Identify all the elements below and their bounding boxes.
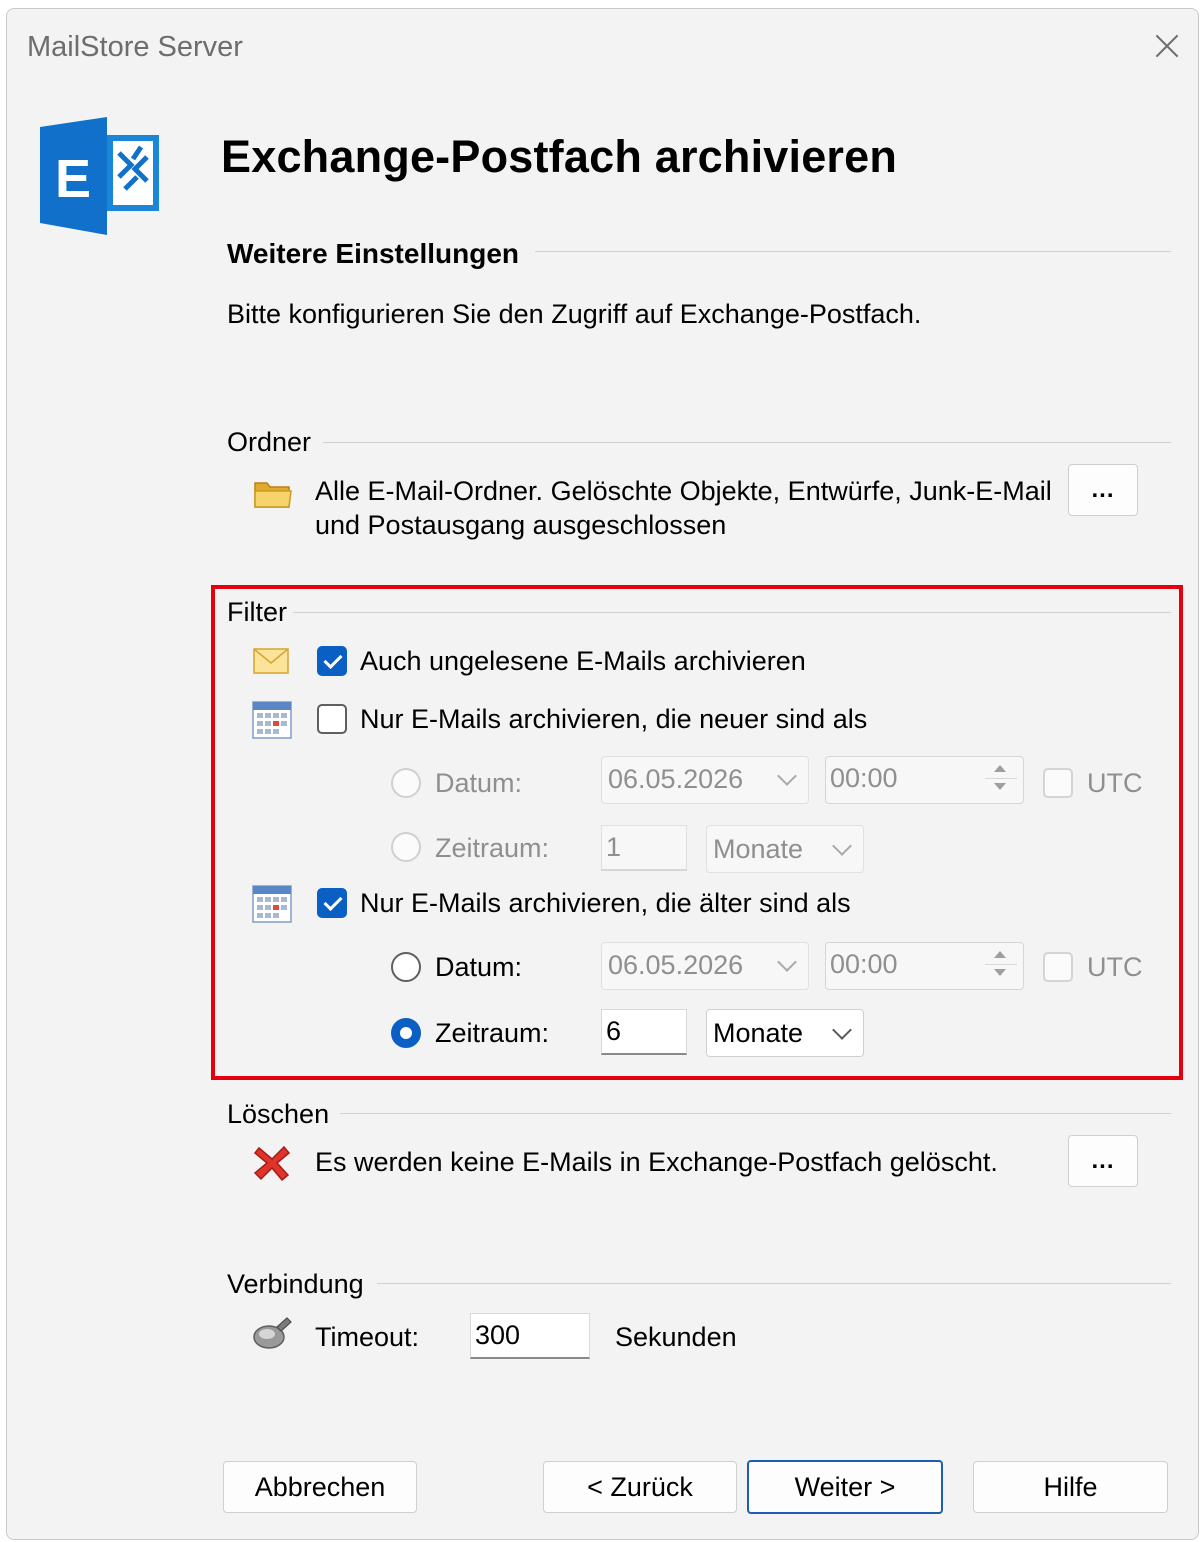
next-button-label: Weiter >	[794, 1471, 896, 1502]
delete-divider	[340, 1113, 1171, 1114]
delete-section-label: Löschen	[227, 1099, 330, 1129]
network-icon	[251, 1315, 293, 1356]
folders-edit-button[interactable]: ...	[1068, 464, 1138, 516]
unread-checkbox[interactable]	[317, 646, 347, 676]
older-date-value: 06.05.2026	[608, 950, 744, 980]
newer-time-value: 00:00	[830, 763, 898, 793]
page-title: Exchange-Postfach archivieren	[221, 131, 898, 182]
svg-text:E: E	[55, 149, 91, 209]
newer-period-value: 1	[606, 832, 622, 862]
folders-summary-line1: Alle E-Mail-Ordner. Gelöschte Objekte, E…	[315, 476, 1052, 506]
window-title: MailStore Server	[27, 31, 243, 63]
newer-than-label[interactable]: Nur E-Mails archivieren, die neuer sind …	[360, 702, 867, 736]
newer-date-label: Datum:	[435, 768, 523, 798]
heading-divider	[535, 251, 1171, 252]
older-date-label: Datum:	[435, 952, 523, 982]
page-description: Bitte konfigurieren Sie den Zugriff auf …	[227, 299, 922, 329]
older-date-radio[interactable]	[391, 952, 421, 982]
connection-section-label: Verbindung	[227, 1269, 364, 1299]
newer-date-value: 06.05.2026	[608, 764, 744, 794]
folder-icon	[253, 479, 293, 514]
older-utc-checkbox[interactable]	[1043, 952, 1073, 982]
folders-summary-line2: und Postausgang ausgeschlossen	[315, 510, 727, 540]
older-than-label[interactable]: Nur E-Mails archivieren, die älter sind …	[360, 886, 851, 920]
newer-than-checkbox[interactable]	[317, 704, 347, 734]
newer-period-label: Zeitraum:	[435, 833, 550, 863]
newer-time-field[interactable]: 00:00	[825, 756, 1024, 804]
calendar-icon	[252, 883, 292, 928]
dialog-window: MailStore Server E Exchange-Postfach arc…	[6, 8, 1199, 1540]
chevron-down-icon	[832, 836, 852, 856]
time-spinner-icon[interactable]	[983, 761, 1019, 797]
older-than-checkbox[interactable]	[317, 888, 347, 918]
timeout-value: 300	[475, 1320, 521, 1350]
newer-period-field[interactable]: 1	[601, 825, 687, 871]
newer-utc-label: UTC	[1087, 768, 1143, 798]
timeout-unit-label: Sekunden	[615, 1322, 737, 1352]
older-date-picker[interactable]: 06.05.2026	[601, 942, 809, 990]
section-heading: Weitere Einstellungen	[227, 238, 519, 269]
cancel-button[interactable]: Abbrechen	[223, 1461, 417, 1513]
older-period-unit-value: Monate	[713, 1018, 804, 1048]
filter-divider	[293, 612, 1171, 613]
help-button-label: Hilfe	[1043, 1471, 1098, 1502]
envelope-icon	[253, 647, 289, 680]
calendar-icon	[252, 699, 292, 744]
chevron-down-icon	[777, 952, 797, 972]
older-time-field[interactable]: 00:00	[825, 942, 1024, 990]
newer-date-radio[interactable]	[391, 768, 421, 798]
back-button-label: < Zurück	[587, 1471, 693, 1502]
help-button[interactable]: Hilfe	[973, 1461, 1168, 1513]
newer-period-radio[interactable]	[391, 832, 421, 862]
folders-divider	[323, 442, 1171, 443]
chevron-down-icon	[832, 1020, 852, 1040]
exchange-logo-icon: E	[37, 117, 163, 242]
unread-label[interactable]: Auch ungelesene E-Mails archivieren	[360, 644, 806, 678]
time-spinner-icon[interactable]	[983, 947, 1019, 983]
delete-summary: Es werden keine E-Mails in Exchange-Post…	[315, 1147, 998, 1177]
older-period-value: 6	[606, 1016, 622, 1046]
close-icon[interactable]	[1147, 25, 1187, 65]
older-period-unit-select[interactable]: Monate	[706, 1009, 864, 1057]
delete-edit-button[interactable]: ...	[1068, 1135, 1138, 1187]
back-button[interactable]: < Zurück	[543, 1461, 737, 1513]
newer-period-unit-select[interactable]: Monate	[706, 825, 864, 873]
older-period-field[interactable]: 6	[601, 1009, 687, 1055]
red-x-icon	[253, 1144, 291, 1187]
chevron-down-icon	[777, 766, 797, 786]
timeout-field[interactable]: 300	[470, 1313, 590, 1359]
older-time-value: 00:00	[830, 949, 898, 979]
delete-edit-label: ...	[1091, 1147, 1115, 1174]
timeout-label: Timeout:	[315, 1322, 420, 1352]
folders-edit-label: ...	[1091, 476, 1115, 503]
newer-period-unit-value: Monate	[713, 834, 804, 864]
next-button[interactable]: Weiter >	[747, 1460, 943, 1514]
newer-utc-checkbox[interactable]	[1043, 768, 1073, 798]
cancel-button-label: Abbrechen	[254, 1471, 386, 1502]
older-period-label: Zeitraum:	[435, 1018, 550, 1048]
connection-divider	[377, 1283, 1171, 1284]
older-period-radio[interactable]	[391, 1018, 421, 1048]
folders-section-label: Ordner	[227, 427, 312, 457]
older-utc-label: UTC	[1087, 952, 1143, 982]
filter-section-label: Filter	[227, 597, 287, 627]
newer-date-picker[interactable]: 06.05.2026	[601, 756, 809, 804]
